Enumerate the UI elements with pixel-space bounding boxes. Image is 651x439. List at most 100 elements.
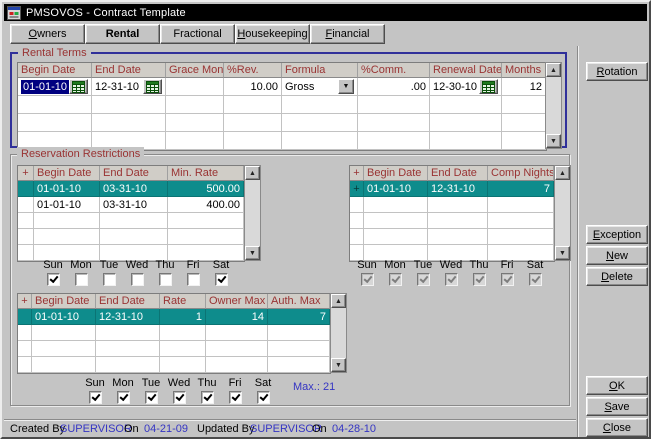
column-header-rev-pct: %Rev.	[224, 63, 282, 78]
day-label: Wed	[168, 377, 190, 390]
day-label: Fri	[229, 377, 242, 390]
tab-owners[interactable]: Owners	[10, 24, 85, 44]
day-checkbox-sun[interactable]	[47, 273, 60, 286]
rate-cell[interactable]: 1	[160, 309, 206, 325]
triangle-up-icon: ▲	[550, 67, 557, 74]
comp-nights-cell[interactable]: 7	[488, 181, 554, 197]
scroll-up-button[interactable]: ▲	[546, 63, 561, 77]
day-wed: Wed	[165, 377, 193, 404]
formula-cell[interactable]: Gross ▼	[282, 78, 358, 96]
day-checkbox-fri[interactable]	[229, 391, 242, 404]
begin-date-cell[interactable]: 01-01-10	[32, 309, 96, 325]
column-header-owner-max: Owner Max	[206, 294, 268, 309]
day-sun: Sun	[39, 259, 67, 286]
empty-cell	[18, 325, 32, 341]
tab-financial[interactable]: Financial	[310, 24, 385, 44]
calendar-icon	[146, 81, 159, 93]
day-checkbox-thu[interactable]	[201, 391, 214, 404]
owner-auth-scrollbar[interactable]: ▲ ▼	[330, 293, 347, 373]
updated-on-value: 04-28-10	[332, 423, 376, 435]
table-row[interactable]: 01-01-10 03-31-10 400.00	[18, 197, 244, 213]
column-header-begin-date: Begin Date	[32, 294, 96, 309]
begin-date-cell[interactable]: 01-01-10	[34, 197, 100, 213]
min-rate-cell[interactable]: 500.00	[168, 181, 244, 197]
empty-cell	[168, 213, 244, 229]
day-checkbox-sat[interactable]	[257, 391, 270, 404]
scroll-down-button[interactable]: ▼	[546, 134, 561, 148]
scroll-up-button[interactable]: ▲	[331, 294, 346, 308]
scroll-down-button[interactable]: ▼	[245, 246, 260, 260]
owner-auth-header-row: + Begin Date End Date Rate Owner Max Aut…	[18, 294, 330, 309]
delete-button[interactable]: Delete	[586, 267, 648, 286]
empty-cell	[364, 229, 428, 245]
empty-cell	[100, 213, 168, 229]
day-fri: Fri	[493, 259, 521, 286]
day-checkbox-sat[interactable]	[215, 273, 228, 286]
months-cell[interactable]: 12	[502, 78, 546, 96]
day-checkbox-wed[interactable]	[173, 391, 186, 404]
end-date-cell[interactable]: 12-31-10	[428, 181, 488, 197]
tab-bar: Owners Rental Fractional Housekeeping Fi…	[10, 24, 385, 44]
scroll-up-button[interactable]: ▲	[555, 166, 570, 180]
begin-date-value[interactable]: 01-01-10	[21, 80, 69, 94]
tab-fractional[interactable]: Fractional	[160, 24, 235, 44]
empty-cell	[206, 325, 268, 341]
rev-pct-cell[interactable]: 10.00	[224, 78, 282, 96]
comm-pct-cell[interactable]: .00	[358, 78, 430, 96]
end-date-cell[interactable]: 03-31-10	[100, 181, 168, 197]
end-date-cell[interactable]: 12-31-10	[96, 309, 160, 325]
end-date-cell[interactable]: 12-31-10	[92, 78, 166, 96]
new-button[interactable]: New	[586, 246, 648, 265]
comp-nights-scrollbar[interactable]: ▲ ▼	[554, 165, 571, 261]
owner-max-cell[interactable]: 14	[206, 309, 268, 325]
empty-cell	[224, 96, 282, 114]
empty-cell	[92, 96, 166, 114]
begin-date-cell[interactable]: 01-01-10	[34, 181, 100, 197]
grace-months-cell[interactable]	[166, 78, 224, 96]
end-date-calendar-button[interactable]	[143, 79, 162, 94]
rotation-button[interactable]: Rotation	[586, 62, 648, 81]
exception-button[interactable]: Exception	[586, 225, 648, 244]
day-label: Tue	[100, 259, 119, 272]
table-row[interactable]: 01-01-10 03-31-10 500.00	[18, 181, 244, 197]
day-checkbox-tue	[417, 273, 430, 286]
day-checkbox-tue[interactable]	[103, 273, 116, 286]
renewal-date-calendar-button[interactable]	[479, 79, 498, 94]
scroll-down-button[interactable]: ▼	[331, 358, 346, 372]
save-button[interactable]: Save	[586, 397, 648, 416]
empty-cell	[32, 325, 96, 341]
begin-date-cell[interactable]: 01-01-10	[364, 181, 428, 197]
scroll-up-button[interactable]: ▲	[245, 166, 260, 180]
tab-rental[interactable]: Rental	[85, 24, 160, 44]
formula-value: Gross	[285, 81, 314, 93]
rental-terms-scrollbar[interactable]: ▲ ▼	[545, 62, 562, 149]
begin-date-cell[interactable]: 01-01-10	[18, 78, 92, 96]
scroll-down-button[interactable]: ▼	[555, 246, 570, 260]
day-checkbox-mon[interactable]	[75, 273, 88, 286]
auth-max-cell[interactable]: 7	[268, 309, 330, 325]
empty-cell	[350, 197, 364, 213]
column-header-begin-date: Begin Date	[18, 63, 92, 78]
day-checkbox-tue[interactable]	[145, 391, 158, 404]
ok-button[interactable]: OK	[586, 376, 648, 395]
renewal-date-cell[interactable]: 12-30-10	[430, 78, 502, 96]
empty-cell	[282, 96, 358, 114]
end-date-cell[interactable]: 03-31-10	[100, 197, 168, 213]
day-checkbox-fri[interactable]	[187, 273, 200, 286]
formula-dropdown-button[interactable]: ▼	[338, 79, 354, 94]
table-row[interactable]: + 01-01-10 12-31-10 7	[350, 181, 554, 197]
day-checkbox-sun[interactable]	[89, 391, 102, 404]
day-label: Sun	[357, 259, 377, 272]
close-button[interactable]: Close	[586, 418, 648, 437]
day-checkbox-thu[interactable]	[159, 273, 172, 286]
tab-housekeeping[interactable]: Housekeeping	[235, 24, 310, 44]
empty-cell	[224, 132, 282, 150]
min-rate-cell[interactable]: 400.00	[168, 197, 244, 213]
empty-cell	[502, 114, 546, 132]
begin-date-calendar-button[interactable]	[69, 79, 88, 94]
day-checkbox-mon[interactable]	[117, 391, 130, 404]
empty-cell	[350, 229, 364, 245]
day-checkbox-wed[interactable]	[131, 273, 144, 286]
table-row[interactable]: 01-01-10 12-31-10 1 14 7	[18, 309, 330, 325]
min-rate-scrollbar[interactable]: ▲ ▼	[244, 165, 261, 261]
